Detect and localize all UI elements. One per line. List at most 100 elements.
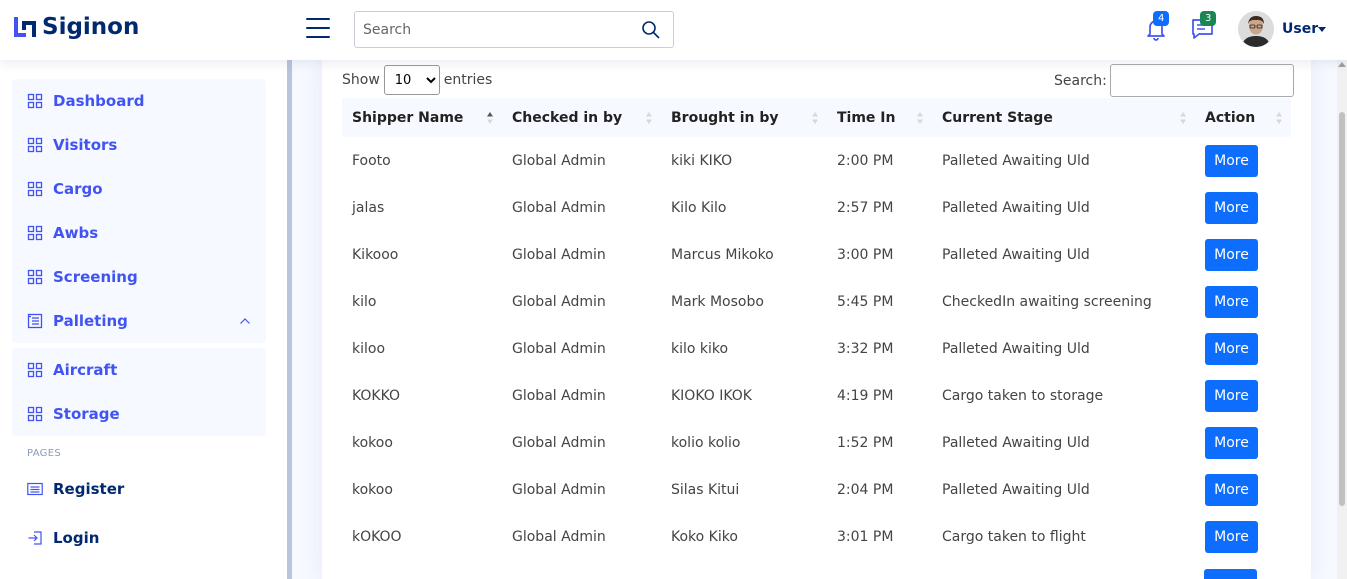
cell-action: More	[1195, 137, 1291, 184]
logo[interactable]: Siginon	[12, 14, 139, 40]
grid-icon	[27, 137, 43, 153]
cell-time-in: 2:04 PM	[837, 481, 894, 498]
list-icon	[27, 313, 43, 329]
cell-checked-in-by: Global Admin	[512, 199, 606, 216]
table-search: Search:	[1054, 64, 1294, 97]
table-search-input[interactable]	[1109, 64, 1294, 97]
column-header-current-stage[interactable]: Current Stage	[932, 98, 1195, 137]
table-row: Kikooo Global Admin Marcus Mikoko 3:00 P…	[342, 231, 1291, 278]
cell-action: More	[1195, 231, 1291, 278]
cell-time-in: 2:57 PM	[837, 199, 894, 216]
cell-brought-in-by: Mark Mosobo	[671, 293, 764, 310]
cell-brought-in-by: kolio kolio	[671, 434, 741, 451]
app-name: Siginon	[42, 14, 140, 40]
more-button[interactable]: More	[1205, 332, 1258, 365]
column-header-time-in[interactable]: Time In	[827, 98, 932, 137]
cell-shipper-name: KOKKO	[352, 387, 401, 404]
cell-brought-in-by: Kilo Kilo	[671, 199, 727, 216]
sidebar-item-aircraft[interactable]: Aircraft	[12, 348, 266, 392]
sidebar-item-label: Register	[53, 480, 125, 498]
more-button[interactable]: More	[1205, 426, 1258, 459]
table-row: kilo Global Admin Mark Mosobo 5:45 PM Ch…	[342, 278, 1291, 325]
sidebar-item-label: Awbs	[53, 224, 99, 242]
caret-down-icon[interactable]	[1318, 27, 1326, 32]
grid-icon	[27, 269, 43, 285]
column-header-checked-in-by[interactable]: Checked in by	[502, 98, 661, 137]
cell-shipper-name: kilo	[352, 293, 377, 310]
cell-shipper-name: kiloo	[352, 340, 386, 357]
menu-bar	[306, 36, 330, 38]
sidebar-item-login[interactable]: Login	[12, 516, 266, 560]
cell-action: More	[1195, 372, 1291, 419]
cell-shipper-name: kOKOO	[352, 528, 402, 545]
more-button[interactable]: More	[1205, 285, 1258, 318]
grid-icon	[27, 406, 43, 422]
header-search	[354, 11, 674, 48]
search-icon[interactable]	[641, 20, 661, 40]
cell-current-stage: Palleted Awaiting Uld	[942, 152, 1090, 169]
sidebar-item-palleting[interactable]: Palleting	[12, 299, 266, 343]
avatar[interactable]	[1238, 11, 1274, 47]
sort-asc-icon	[487, 112, 493, 124]
scroll-up-arrow-icon[interactable]	[1338, 62, 1346, 67]
more-button[interactable]: More	[1205, 238, 1258, 271]
nav-heading-pages: PAGES	[27, 448, 61, 459]
show-label: Show	[342, 72, 380, 88]
search-input[interactable]	[355, 12, 625, 47]
sort-icon	[812, 112, 818, 124]
sidebar-item-register[interactable]: Register	[12, 467, 266, 511]
shipments-table: Shipper Name Checked in by Brought in by…	[342, 98, 1291, 560]
sidebar-item-label: Aircraft	[53, 361, 118, 379]
table-header-row: Shipper Name Checked in by Brought in by…	[342, 98, 1291, 137]
table-row: jalas Global Admin Kilo Kilo 2:57 PM Pal…	[342, 184, 1291, 231]
table-row: kOKOO Global Admin Koko Kiko 3:01 PM Car…	[342, 513, 1291, 560]
more-button[interactable]: More	[1205, 379, 1258, 412]
sidebar-item-screening[interactable]: Screening	[12, 255, 266, 299]
sidebar-item-label: Storage	[53, 405, 120, 423]
logo-icon	[14, 17, 36, 37]
sort-icon	[917, 112, 923, 124]
more-button[interactable]: More	[1205, 191, 1258, 224]
menu-bar	[306, 18, 330, 20]
sidebar-item-awbs[interactable]: Awbs	[12, 211, 266, 255]
sidebar-item-dashboard[interactable]: Dashboard	[12, 79, 266, 123]
top-header: Siginon 4 3 User	[0, 0, 1347, 60]
column-header-label: Shipper Name	[352, 109, 464, 126]
column-header-label: Checked in by	[512, 109, 623, 126]
scrollbar-thumb[interactable]	[1339, 112, 1345, 506]
cell-time-in: 5:45 PM	[837, 293, 894, 310]
table-row: KOKKO Global Admin KIOKO IKOK 4:19 PM Ca…	[342, 372, 1291, 419]
user-avatar-image	[1238, 11, 1274, 47]
cell-brought-in-by: Marcus Mikoko	[671, 246, 774, 263]
column-header-brought-in-by[interactable]: Brought in by	[661, 98, 827, 137]
cell-time-in: 2:00 PM	[837, 152, 894, 169]
more-button[interactable]: More	[1205, 520, 1258, 553]
user-menu[interactable]: User	[1282, 21, 1318, 37]
cell-shipper-name: Kikooo	[352, 246, 399, 263]
sidebar-item-visitors[interactable]: Visitors	[12, 123, 266, 167]
more-button[interactable]: More	[1205, 473, 1258, 506]
column-header-action[interactable]: Action	[1195, 98, 1291, 137]
column-header-shipper-name[interactable]: Shipper Name	[342, 98, 502, 137]
entries-select[interactable]: 10 25 50 100	[383, 65, 440, 95]
sidebar-item-label: Palleting	[53, 312, 128, 330]
column-header-label: Action	[1205, 109, 1256, 126]
sidebar-item-label: Visitors	[53, 136, 118, 154]
cell-shipper-name: kokoo	[352, 434, 393, 451]
sidebar-divider	[287, 60, 292, 579]
menu-bar	[306, 27, 330, 29]
cell-brought-in-by: kiki KIKO	[671, 152, 733, 169]
more-button-partial[interactable]	[1204, 569, 1257, 579]
more-button[interactable]: More	[1205, 144, 1258, 177]
sidebar-item-storage[interactable]: Storage	[12, 392, 266, 436]
table-row: Footo Global Admin kiki KIKO 2:00 PM Pal…	[342, 137, 1291, 184]
grid-icon	[27, 362, 43, 378]
sidebar-item-cargo[interactable]: Cargo	[12, 167, 266, 211]
sidebar-toggle-button[interactable]	[306, 18, 330, 40]
sidebar-item-label: Screening	[53, 268, 138, 286]
cell-brought-in-by: KIOKO IKOK	[671, 387, 752, 404]
cell-checked-in-by: Global Admin	[512, 246, 606, 263]
sidebar-item-label: Dashboard	[53, 92, 145, 110]
chevron-up-icon[interactable]	[240, 316, 250, 326]
table-row: kokoo Global Admin Silas Kitui 2:04 PM P…	[342, 466, 1291, 513]
